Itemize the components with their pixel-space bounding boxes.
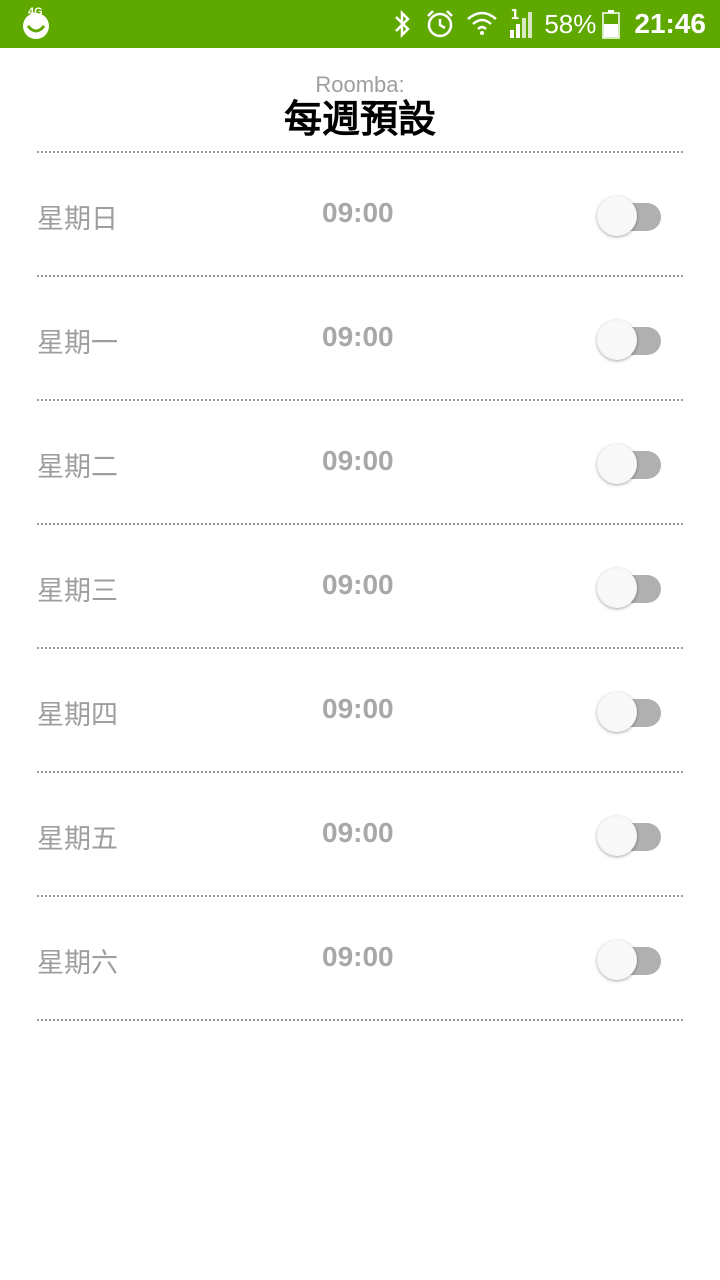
divider	[37, 1019, 683, 1021]
schedule-toggle[interactable]	[597, 939, 663, 981]
time-label[interactable]: 09:00	[322, 941, 394, 973]
day-label: 星期一	[37, 328, 118, 359]
day-label: 星期六	[37, 948, 118, 979]
battery-icon	[602, 9, 621, 39]
schedule-toggle[interactable]	[597, 443, 663, 485]
status-bar: 4G 1 58% 21:46	[0, 0, 720, 48]
time-label[interactable]: 09:00	[322, 197, 394, 229]
weekly-schedule-list: 星期日 09:00 星期一 09:00 星期二 09:00 星期三 09:00 …	[37, 151, 683, 1021]
bluetooth-icon	[392, 9, 414, 39]
day-label: 星期三	[37, 576, 118, 607]
day-label: 星期二	[37, 452, 118, 483]
schedule-toggle[interactable]	[597, 195, 663, 237]
schedule-toggle[interactable]	[597, 567, 663, 609]
time-label[interactable]: 09:00	[322, 817, 394, 849]
day-label: 星期五	[37, 824, 118, 855]
signal-label: 1	[510, 8, 520, 23]
clock: 21:46	[634, 8, 706, 39]
day-label: 星期日	[37, 204, 118, 235]
carrier-icon: 4G	[20, 6, 52, 40]
page-header: Roomba: 每週預設	[0, 70, 720, 142]
day-label: 星期四	[37, 700, 118, 731]
schedule-row-friday: 星期五 09:00	[37, 773, 683, 895]
schedule-row-saturday: 星期六 09:00	[37, 897, 683, 1019]
wifi-icon	[466, 9, 498, 39]
alarm-icon	[424, 8, 456, 40]
schedule-row-thursday: 星期四 09:00	[37, 649, 683, 771]
time-label[interactable]: 09:00	[322, 321, 394, 353]
carrier-label: 4G	[28, 6, 43, 18]
schedule-row-wednesday: 星期三 09:00	[37, 525, 683, 647]
battery-percent: 58%	[544, 8, 597, 39]
schedule-row-monday: 星期一 09:00	[37, 277, 683, 399]
schedule-row-tuesday: 星期二 09:00	[37, 401, 683, 523]
schedule-toggle[interactable]	[597, 815, 663, 857]
page-title: 每週預設	[283, 97, 436, 141]
schedule-toggle[interactable]	[597, 691, 663, 733]
signal-icon: 1	[508, 8, 534, 38]
schedule-row-sunday: 星期日 09:00	[37, 153, 683, 275]
time-label[interactable]: 09:00	[322, 569, 394, 601]
time-label[interactable]: 09:00	[322, 445, 394, 477]
time-label[interactable]: 09:00	[322, 693, 394, 725]
schedule-toggle[interactable]	[597, 319, 663, 361]
